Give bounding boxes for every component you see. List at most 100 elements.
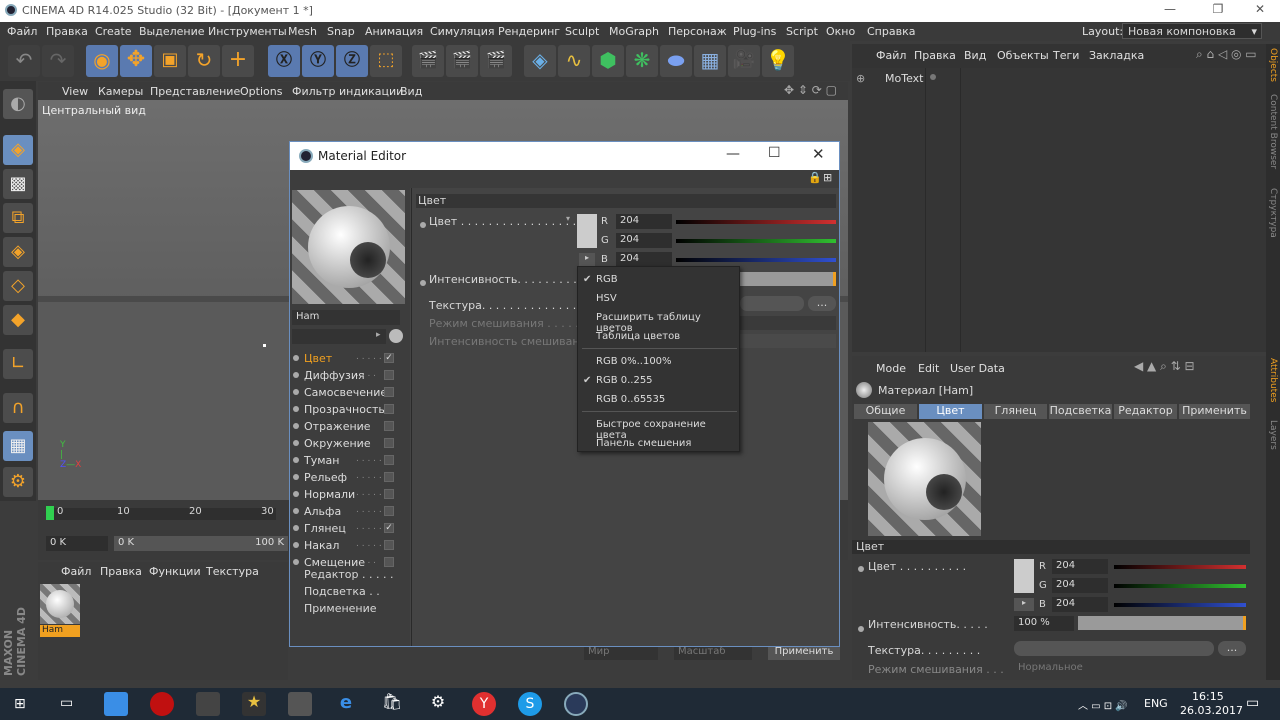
clock-date[interactable]: 26.03.2017 <box>1180 704 1243 717</box>
attr-color-mode-button[interactable]: ▸ <box>1014 598 1034 611</box>
channel-checkbox[interactable] <box>384 421 394 431</box>
menu-sculpt[interactable]: Sculpt <box>565 25 599 38</box>
texture-mode-icon[interactable]: ▩ <box>3 169 33 199</box>
me-editor-item[interactable]: Редактор . . . . . <box>304 568 393 581</box>
channel-item[interactable]: Окружение . . . <box>292 436 404 451</box>
color-mode-option[interactable]: ✔ RGB <box>578 274 739 290</box>
notifications-icon[interactable]: ▭ <box>1246 695 1259 711</box>
snap-icon[interactable]: ∩ <box>3 393 33 423</box>
menu-render[interactable]: Рендеринг <box>498 25 560 38</box>
me-b-slider[interactable] <box>676 258 836 262</box>
om-menu-bookmarks[interactable]: Закладка <box>1089 49 1144 62</box>
maximize-button[interactable]: ❐ <box>1198 2 1238 20</box>
vp-menu-filter[interactable]: Фильтр индикации <box>292 85 403 98</box>
me-color-dropdown-arrow[interactable]: ▾ <box>566 214 570 223</box>
me-blend-select[interactable] <box>740 316 836 330</box>
tab-assign[interactable]: Применить <box>1179 404 1250 419</box>
edge-icon[interactable]: e <box>334 692 358 716</box>
color-mode-option[interactable]: HSV <box>578 293 739 309</box>
clock-time[interactable]: 16:15 <box>1192 690 1224 703</box>
attr-material-preview[interactable] <box>868 422 981 536</box>
color-mode-option[interactable]: Таблица цветов <box>578 331 739 347</box>
cinema4d-task-icon[interactable] <box>564 692 588 716</box>
scale-icon[interactable]: ▣ <box>154 45 186 77</box>
me-material-name-field[interactable]: Ham <box>292 310 400 325</box>
settings-icon[interactable]: ⚙ <box>426 692 450 716</box>
menu-simulation[interactable]: Симуляция <box>430 25 495 38</box>
side-tab-objects[interactable]: Objects <box>1268 48 1278 82</box>
attr-r-field[interactable]: 204 <box>1052 559 1108 574</box>
me-texture-field[interactable] <box>740 296 804 311</box>
me-preview-play-icon[interactable]: ▸ <box>376 330 381 340</box>
frame-start-field[interactable]: 0 K <box>46 536 108 551</box>
language-indicator[interactable]: ENG <box>1144 697 1168 710</box>
render-view-icon[interactable]: 🎬 <box>412 45 444 77</box>
menu-plugins[interactable]: Plug-ins <box>733 25 776 38</box>
channel-checkbox[interactable] <box>384 540 394 550</box>
attr-r-slider[interactable] <box>1114 565 1246 569</box>
color-mode-option[interactable]: Расширить таблицу цветов <box>578 312 739 334</box>
redo-icon[interactable]: ↷ <box>42 45 74 77</box>
me-minimize-button[interactable]: — <box>726 146 740 162</box>
me-r-field[interactable]: 204 <box>616 214 672 229</box>
x-axis-icon[interactable]: Ⓧ <box>268 45 300 77</box>
star-app-icon[interactable]: ★ <box>242 692 266 716</box>
menu-edit[interactable]: Правка <box>46 25 88 38</box>
skype-icon[interactable]: S <box>518 692 542 716</box>
minimize-button[interactable]: — <box>1150 2 1190 20</box>
mm-menu-edit[interactable]: Правка <box>100 565 142 578</box>
attr-color-swatch[interactable] <box>1014 559 1034 593</box>
attr-g-field[interactable]: 204 <box>1052 578 1108 593</box>
windows-start-icon[interactable]: ⊞ <box>14 696 26 712</box>
spline-icon[interactable]: ∿ <box>558 45 590 77</box>
channel-item[interactable]: Накал . . . . . . . <box>292 538 404 553</box>
object-item-motext[interactable]: MoText <box>885 72 923 85</box>
vp-menu-cameras[interactable]: Камеры <box>98 85 143 98</box>
me-maximize-button[interactable]: ☐ <box>768 145 781 161</box>
material-thumbnail[interactable] <box>40 584 80 624</box>
menu-mesh[interactable]: Mesh <box>288 25 317 38</box>
me-assign-item[interactable]: Применение <box>304 602 377 615</box>
undo-icon[interactable]: ↶ <box>8 45 40 77</box>
material-thumbnail-label[interactable]: Ham <box>40 625 80 637</box>
world-select[interactable]: Мир <box>584 646 658 660</box>
layout-select[interactable]: Новая компоновка ▾ <box>1122 23 1262 39</box>
menu-animation[interactable]: Анимация <box>365 25 423 38</box>
vp-menu-view[interactable]: View <box>62 85 88 98</box>
attr-g-slider[interactable] <box>1114 584 1246 588</box>
model-mode-icon[interactable]: ◈ <box>3 135 33 165</box>
light-icon[interactable]: 💡 <box>762 45 794 77</box>
vp-menu-display[interactable]: Представление <box>150 85 240 98</box>
menu-character[interactable]: Персонаж <box>668 25 727 38</box>
nurbs-icon[interactable]: ⬢ <box>592 45 624 77</box>
make-editable-icon[interactable]: ◐ <box>3 89 33 119</box>
tray-icons[interactable]: ︿ ▭ ⊡ 🔊 <box>1078 697 1128 712</box>
me-material-preview[interactable] <box>292 190 405 304</box>
me-preview-options-icon[interactable] <box>389 329 403 343</box>
cube-icon[interactable]: ◈ <box>524 45 556 77</box>
z-axis-icon[interactable]: Ⓩ <box>336 45 368 77</box>
menu-snap[interactable]: Snap <box>327 25 355 38</box>
render-settings-icon[interactable]: 🎬 <box>480 45 512 77</box>
me-b-field[interactable]: 204 <box>616 252 672 267</box>
color-mode-option[interactable]: RGB 0..65535 <box>578 394 739 410</box>
visibility-dot[interactable] <box>930 74 936 80</box>
me-g-field[interactable]: 204 <box>616 233 672 248</box>
tab-specular[interactable]: Глянец <box>984 404 1047 419</box>
channel-checkbox[interactable]: ✓ <box>384 353 394 363</box>
channel-checkbox[interactable] <box>384 438 394 448</box>
color-mode-option[interactable]: ✔ RGB 0..255 <box>578 375 739 391</box>
menu-window[interactable]: Окно <box>826 25 855 38</box>
channel-checkbox[interactable] <box>384 387 394 397</box>
yandex-icon[interactable]: Y <box>472 692 496 716</box>
side-tab-structure[interactable]: Структура <box>1268 188 1278 238</box>
menu-help[interactable]: Справка <box>867 25 915 38</box>
me-color-swatch[interactable] <box>577 214 597 248</box>
channel-item[interactable]: Самосвечение <box>292 385 404 400</box>
attr-texture-field[interactable] <box>1014 641 1214 656</box>
floor-icon[interactable]: ▦ <box>694 45 726 77</box>
channel-item[interactable]: Нормали . . . . . <box>292 487 404 502</box>
mm-menu-functions[interactable]: Функции <box>149 565 201 578</box>
tab-illumination[interactable]: Подсветка <box>1049 404 1112 419</box>
channel-item[interactable]: Диффузия . . . . <box>292 368 404 383</box>
